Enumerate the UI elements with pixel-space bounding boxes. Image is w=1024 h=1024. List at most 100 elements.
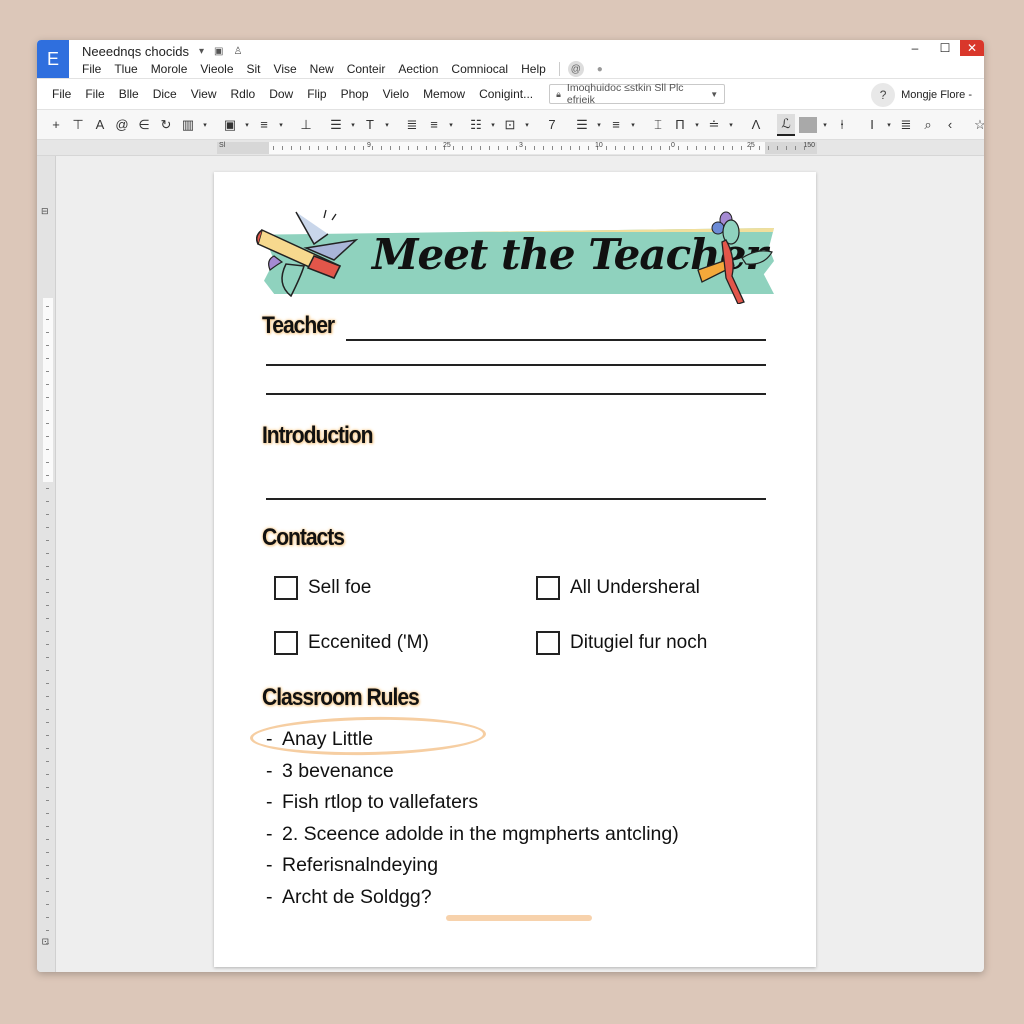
menu-item-comniocal[interactable]: Comniocal [451, 62, 514, 76]
back-icon[interactable]: ‹ [941, 114, 959, 136]
menu2-item-blle[interactable]: Blle [119, 87, 139, 101]
frame-icon[interactable]: ⊡ [501, 114, 519, 136]
list-icon[interactable]: ☰ [327, 114, 345, 136]
menu-item-vieole[interactable]: Vieole [200, 62, 239, 76]
menu-item-help[interactable]: Help [521, 62, 552, 76]
search-icon[interactable]: ⌕ [919, 114, 937, 136]
menu-item-morole[interactable]: Morole [151, 62, 194, 76]
dropdown-caret-icon[interactable]: ▾ [277, 114, 285, 136]
folder-icon[interactable]: ▣ [214, 46, 223, 57]
checkbox[interactable] [274, 576, 298, 600]
menu2-item-rdlo[interactable]: Rdlo [231, 87, 256, 101]
menu2-item-dow[interactable]: Dow [269, 87, 293, 101]
fill-color-icon[interactable] [799, 116, 817, 133]
horizontal-ruler[interactable]: Sl 150 9 25 3 10 0 25 [217, 142, 817, 154]
paragraph-style-icon[interactable]: ≡ [255, 114, 273, 136]
document-title[interactable]: Neeednqs chocids [82, 44, 189, 59]
format-icon[interactable]: 7 [543, 114, 561, 136]
align-justify-icon[interactable]: ≣ [403, 114, 421, 136]
undo-icon[interactable]: ∈ [135, 114, 153, 136]
dropdown-caret-icon[interactable]: ▾ [821, 114, 829, 136]
user-name[interactable]: Mongje Flore - [901, 89, 972, 101]
rule-item[interactable]: -2. Sceence adolde in the mgmpherts antc… [266, 819, 679, 851]
dropdown-caret-icon[interactable]: ▾ [523, 114, 531, 136]
menu-item-sit[interactable]: Sit [247, 62, 267, 76]
checkbox[interactable] [536, 631, 560, 655]
document-selector-dropdown[interactable]: 🔒︎ Imoqhuidoc ≤stkin Sll Plc efrieik ▼ [549, 82, 726, 106]
highlight-icon[interactable]: ℒ [777, 113, 795, 136]
menu-item-vise[interactable]: Vise [274, 62, 303, 76]
menu-item-tlue[interactable]: Tlue [114, 62, 143, 76]
star-icon[interactable]: ☆ [971, 114, 984, 136]
dropdown-caret-icon[interactable]: ▾ [383, 114, 391, 136]
menu2-item-file[interactable]: File [85, 87, 104, 101]
close-button[interactable]: ✕ [960, 40, 984, 56]
document-page[interactable]: Meet the Teacher Teacher Introduction Co… [214, 172, 816, 967]
font-icon[interactable]: A [91, 114, 109, 136]
text-style-icon[interactable]: T [361, 114, 379, 136]
rule-item[interactable]: - Anay Little [266, 724, 679, 756]
menu2-item-flip[interactable]: Flip [307, 87, 326, 101]
settings-icon[interactable]: ● [592, 61, 608, 77]
dropdown-caret-icon[interactable]: ▾ [885, 114, 893, 136]
menu-item-aection[interactable]: Aection [398, 62, 444, 76]
insert-icon[interactable]: ⊤ [69, 114, 87, 136]
teacher-line-3[interactable] [266, 393, 766, 395]
at-sign-icon[interactable]: @ [567, 61, 584, 77]
contact-option[interactable]: Ditugiel fur noch [536, 631, 707, 655]
contact-option[interactable]: All Undersheral [536, 576, 700, 600]
border-icon[interactable]: ⍿ [833, 114, 851, 136]
caret-up-icon[interactable]: Λ [747, 114, 765, 136]
menu2-item-vielo[interactable]: Vielo [383, 87, 409, 101]
table-icon[interactable]: ▥ [179, 114, 197, 136]
dropdown-caret-icon[interactable]: ▾ [349, 114, 357, 136]
align-left-icon[interactable]: ≡ [425, 114, 443, 136]
app-logo[interactable]: E [37, 40, 69, 78]
dropdown-caret-icon[interactable]: ▾ [629, 114, 637, 136]
rule-item[interactable]: -3 bevenance [266, 756, 679, 788]
checkbox[interactable] [274, 631, 298, 655]
minimize-button[interactable]: – [900, 40, 930, 56]
mention-icon[interactable]: @ [113, 114, 131, 136]
rule-item[interactable]: - Archt de Soldgg? [266, 882, 679, 914]
contact-option[interactable]: Sell foe [274, 576, 371, 600]
menu2-item-view[interactable]: View [191, 87, 217, 101]
dropdown-caret-icon[interactable]: ▾ [693, 114, 701, 136]
menu2-item-phop[interactable]: Phop [341, 87, 369, 101]
columns-icon[interactable]: ☷ [467, 114, 485, 136]
align-bottom-icon[interactable]: ⊥ [297, 114, 315, 136]
rule-item[interactable]: - Fish rtlop to vallefaters [266, 787, 679, 819]
menu-item-new[interactable]: New [310, 62, 340, 76]
introduction-line[interactable] [266, 498, 766, 500]
spacing-icon[interactable]: Π [671, 114, 689, 136]
indent-icon[interactable]: ≣ [897, 114, 915, 136]
text-color-icon[interactable]: ⌶ [649, 114, 667, 136]
vertical-ruler[interactable]: ⊟ ⊡ [37, 156, 56, 972]
italic-icon[interactable]: I [863, 114, 881, 136]
strikethrough-icon[interactable]: ≐ [705, 114, 723, 136]
rule-item[interactable]: - Referisnalndeying [266, 850, 679, 882]
dropdown-caret-icon[interactable]: ▾ [199, 46, 204, 57]
contact-option[interactable]: Eccenited ('M) [274, 631, 429, 655]
numbering-icon[interactable]: ≡ [607, 114, 625, 136]
avatar[interactable]: ? [871, 83, 896, 107]
add-icon[interactable]: + [47, 114, 65, 136]
maximize-button[interactable]: ☐ [930, 40, 960, 56]
menu2-item-dice[interactable]: Dice [153, 87, 177, 101]
menu2-item-file[interactable]: File [52, 87, 71, 101]
image-icon[interactable]: ▣ [221, 114, 239, 136]
redo-icon[interactable]: ↻ [157, 114, 175, 136]
bullets-icon[interactable]: ☰ [573, 114, 591, 136]
dropdown-caret-icon[interactable]: ▾ [489, 114, 497, 136]
dropdown-caret-icon[interactable]: ▾ [243, 114, 251, 136]
teacher-name-line[interactable] [346, 339, 766, 341]
dropdown-caret-icon[interactable]: ▾ [447, 114, 455, 136]
page-layout-icon[interactable]: ⊟ [41, 206, 49, 217]
menu2-item-memow[interactable]: Memow [423, 87, 465, 101]
menu-item-file[interactable]: File [82, 62, 107, 76]
teacher-line-2[interactable] [266, 364, 766, 366]
checkbox[interactable] [536, 576, 560, 600]
dropdown-caret-icon[interactable]: ▾ [727, 114, 735, 136]
user-menu[interactable]: ? Mongje Flore - [871, 83, 972, 107]
menu-item-conteir[interactable]: Conteir [347, 62, 392, 76]
